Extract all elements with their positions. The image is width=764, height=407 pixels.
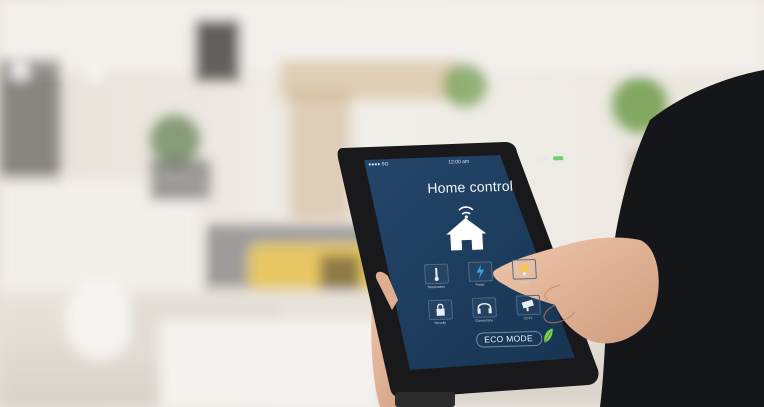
control-security[interactable]: Security — [420, 297, 460, 332]
thermometer-icon — [423, 263, 450, 285]
signal-indicator: ●●●● 5G — [368, 161, 389, 168]
control-power[interactable]: Power — [460, 259, 500, 294]
control-label: Lighting — [518, 280, 530, 285]
control-temperature[interactable]: Temperature — [416, 261, 456, 296]
eco-mode-toggle[interactable]: ECO MODE — [462, 328, 573, 349]
eco-mode-label: ECO MODE — [483, 333, 534, 345]
headphones-icon — [471, 297, 497, 318]
battery-percent: 100% — [536, 156, 550, 163]
control-label: Connections — [475, 318, 494, 323]
control-cctv[interactable]: CCTV — [508, 293, 548, 328]
tablet-ui: ●●●● 5G 12:00 am 100% Home control Tempe… — [366, 154, 582, 360]
control-label: Power — [475, 282, 485, 287]
leaf-icon — [544, 328, 553, 343]
camera-icon — [515, 294, 541, 316]
lightning-icon — [467, 261, 493, 282]
lock-icon — [427, 299, 454, 321]
control-connections[interactable]: Connections — [464, 295, 504, 330]
smart-home-icon — [446, 206, 487, 251]
control-label: Security — [434, 320, 447, 325]
bulb-icon — [511, 258, 537, 280]
control-label: CCTV — [523, 316, 533, 321]
app-title: Home control — [426, 177, 514, 197]
control-label: Temperature — [427, 284, 446, 290]
controls-grid: Temperature Power Lighting Security Conn… — [416, 258, 546, 325]
status-time: 12:00 am — [448, 158, 470, 166]
wristwatch — [395, 392, 455, 407]
control-lighting[interactable]: Lighting — [504, 257, 544, 292]
battery-icon — [553, 156, 564, 161]
